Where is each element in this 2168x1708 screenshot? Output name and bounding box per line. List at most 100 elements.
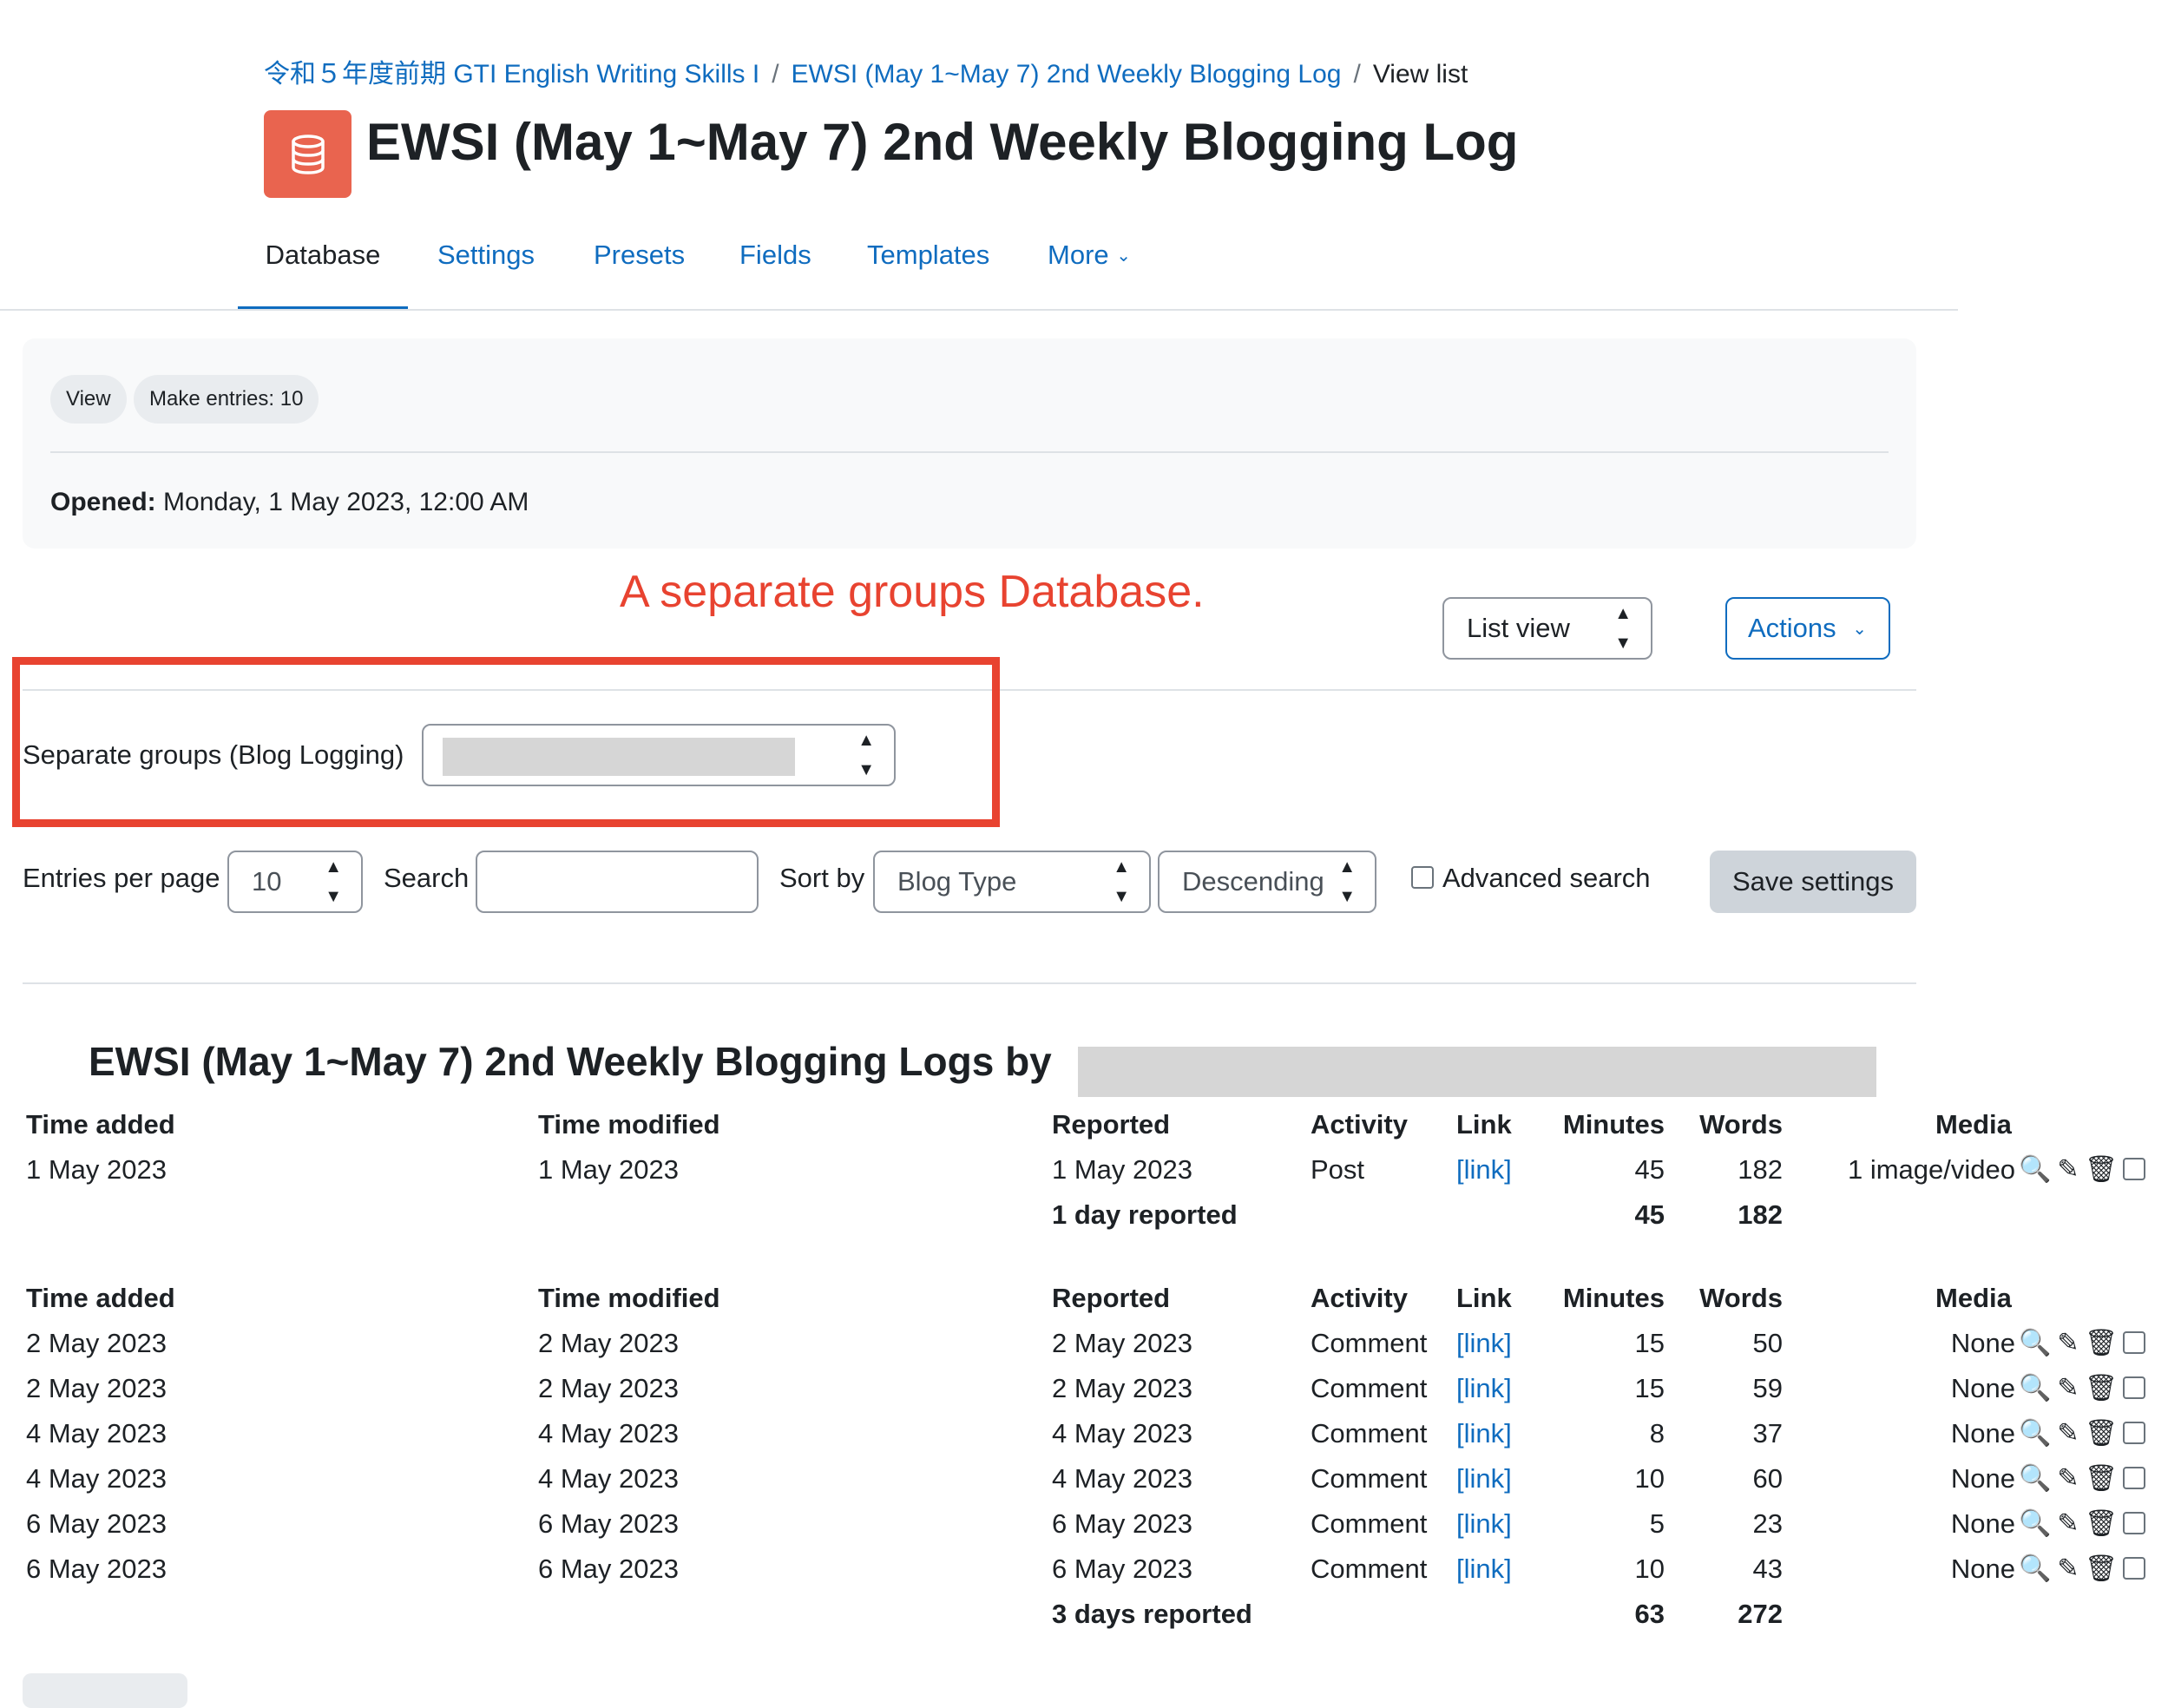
- search-label: Search: [384, 863, 470, 893]
- entries-per-page-value: 10: [252, 866, 282, 897]
- save-settings-button[interactable]: Save settings: [1710, 851, 1916, 913]
- page-title: EWSI (May 1~May 7) 2nd Weekly Blogging L…: [366, 113, 1519, 171]
- minutes-cell: 5: [1649, 1508, 1665, 1539]
- column-header-time-modified: Time modified: [538, 1109, 720, 1140]
- row-select-checkbox[interactable]: [2123, 1512, 2145, 1534]
- breadcrumb: 令和５年度前期 GTI English Writing Skills I / EWS…: [264, 52, 1468, 90]
- breadcrumb-course-link[interactable]: 令和５年度前期 GTI English Writing Skills I: [264, 60, 759, 89]
- zoom-in-icon[interactable]: 🔍: [2019, 1371, 2052, 1406]
- zoom-in-icon[interactable]: 🔍: [2019, 1462, 2052, 1496]
- minutes-cell: 45: [1634, 1154, 1665, 1185]
- column-header-activity: Activity: [1311, 1283, 1408, 1313]
- tab-more[interactable]: More ⌄: [1048, 234, 1131, 311]
- zoom-in-icon[interactable]: 🔍: [2019, 1507, 2052, 1541]
- divider: [23, 982, 1916, 984]
- pencil-icon[interactable]: ✎: [2052, 1153, 2085, 1187]
- column-header-activity: Activity: [1311, 1109, 1408, 1140]
- row-select-checkbox[interactable]: [2123, 1331, 2145, 1354]
- trash-icon[interactable]: 🗑: [2085, 1462, 2118, 1496]
- column-header-media: Media: [1935, 1109, 2012, 1140]
- pencil-icon[interactable]: ✎: [2052, 1416, 2085, 1451]
- tab-database[interactable]: Database: [238, 234, 408, 311]
- tab-presets[interactable]: Presets: [594, 234, 685, 311]
- redacted-user-name: [1078, 1047, 1876, 1097]
- tab-settings[interactable]: Settings: [437, 234, 535, 311]
- media-cell: None: [1950, 1418, 2015, 1449]
- pencil-icon[interactable]: ✎: [2052, 1326, 2085, 1361]
- annotation-highlight-box: [12, 657, 1000, 827]
- zoom-in-icon[interactable]: 🔍: [2019, 1552, 2052, 1586]
- time-modified-cell: 1 May 2023: [538, 1154, 679, 1185]
- trash-icon[interactable]: 🗑: [2085, 1552, 2118, 1586]
- bottom-button-partial[interactable]: [23, 1673, 187, 1708]
- time-added-cell: 6 May 2023: [26, 1554, 167, 1584]
- trash-icon[interactable]: 🗑: [2085, 1326, 2118, 1361]
- list-title: EWSI (May 1~May 7) 2nd Weekly Blogging L…: [89, 1039, 1052, 1084]
- breadcrumb-activity-link[interactable]: EWSI (May 1~May 7) 2nd Weekly Blogging L…: [792, 60, 1342, 89]
- actions-label: Actions: [1748, 613, 1836, 643]
- tab-templates[interactable]: Templates: [867, 234, 989, 311]
- sort-by-select[interactable]: Blog Type ▲ ▼: [873, 851, 1151, 913]
- view-mode-value: List view: [1467, 613, 1570, 643]
- time-modified-cell: 4 May 2023: [538, 1463, 679, 1494]
- entry-link[interactable]: [link]: [1456, 1153, 1512, 1187]
- row-select-checkbox[interactable]: [2123, 1557, 2145, 1580]
- sort-order-select[interactable]: Descending ▲ ▼: [1158, 851, 1376, 913]
- chevron-down-icon: ⌄: [1116, 246, 1132, 266]
- view-mode-select[interactable]: List view ▲ ▼: [1442, 597, 1652, 660]
- media-cell: None: [1950, 1463, 2015, 1494]
- trash-icon[interactable]: 🗑: [2085, 1507, 2118, 1541]
- opened-label: Opened:: [50, 488, 156, 516]
- tab-fields[interactable]: Fields: [739, 234, 811, 311]
- row-select-checkbox[interactable]: [2123, 1158, 2145, 1180]
- media-cell: None: [1950, 1508, 2015, 1539]
- words-total: 272: [1738, 1599, 1783, 1629]
- reported-cell: 6 May 2023: [1052, 1508, 1192, 1539]
- media-cell: None: [1950, 1373, 2015, 1403]
- row-select-checkbox[interactable]: [2123, 1376, 2145, 1399]
- select-arrows-icon: ▲ ▼: [1338, 857, 1356, 906]
- entry-link[interactable]: [link]: [1456, 1371, 1512, 1406]
- row-select-checkbox[interactable]: [2123, 1422, 2145, 1444]
- zoom-in-icon[interactable]: 🔍: [2019, 1326, 2052, 1361]
- words-cell: 59: [1752, 1373, 1783, 1403]
- zoom-in-icon[interactable]: 🔍: [2019, 1416, 2052, 1451]
- pencil-icon[interactable]: ✎: [2052, 1552, 2085, 1586]
- advanced-search-checkbox[interactable]: [1411, 866, 1434, 889]
- database-icon: [264, 110, 351, 198]
- time-added-cell: 2 May 2023: [26, 1373, 167, 1403]
- media-cell: None: [1950, 1328, 2015, 1358]
- time-added-cell: 4 May 2023: [26, 1463, 167, 1494]
- search-input[interactable]: [476, 851, 759, 913]
- row-actions: 🔍 ✎ 🗑: [2019, 1552, 2118, 1586]
- entry-link[interactable]: [link]: [1456, 1507, 1512, 1541]
- pencil-icon[interactable]: ✎: [2052, 1507, 2085, 1541]
- pencil-icon[interactable]: ✎: [2052, 1462, 2085, 1496]
- breadcrumb-separator: /: [772, 60, 779, 89]
- column-header-time-added: Time added: [26, 1109, 175, 1140]
- reported-cell: 2 May 2023: [1052, 1328, 1192, 1358]
- column-header-link: Link: [1456, 1109, 1512, 1140]
- words-cell: 182: [1738, 1154, 1783, 1185]
- panel-divider: [50, 451, 1889, 453]
- annotation-text: A separate groups Database.: [620, 567, 1205, 617]
- trash-icon[interactable]: 🗑: [2085, 1153, 2118, 1187]
- minutes-cell: 10: [1634, 1554, 1665, 1584]
- row-select-checkbox[interactable]: [2123, 1467, 2145, 1489]
- sort-order-value: Descending: [1182, 866, 1324, 897]
- column-header-link: Link: [1456, 1283, 1512, 1313]
- time-added-cell: 1 May 2023: [26, 1154, 167, 1185]
- entry-link[interactable]: [link]: [1456, 1462, 1512, 1496]
- entry-link[interactable]: [link]: [1456, 1326, 1512, 1361]
- entries-per-page-select[interactable]: 10 ▲ ▼: [227, 851, 363, 913]
- trash-icon[interactable]: 🗑: [2085, 1371, 2118, 1406]
- trash-icon[interactable]: 🗑: [2085, 1416, 2118, 1451]
- entry-link[interactable]: [link]: [1456, 1416, 1512, 1451]
- words-cell: 50: [1752, 1328, 1783, 1358]
- entry-link[interactable]: [link]: [1456, 1552, 1512, 1586]
- zoom-in-icon[interactable]: 🔍: [2019, 1153, 2052, 1187]
- pencil-icon[interactable]: ✎: [2052, 1371, 2085, 1406]
- words-cell: 23: [1752, 1508, 1783, 1539]
- actions-button[interactable]: Actions ⌄: [1725, 597, 1890, 660]
- row-actions: 🔍 ✎ 🗑: [2019, 1462, 2118, 1496]
